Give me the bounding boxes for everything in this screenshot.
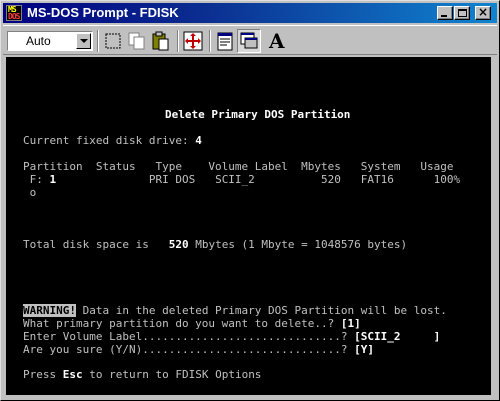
title-bar[interactable]: MS DOS MS-DOS Prompt - FDISK × — [3, 3, 497, 23]
font-size-value: Auto — [26, 34, 51, 48]
esc-key: Esc — [62, 368, 83, 381]
toolbar-separator — [177, 30, 179, 52]
minimize-button[interactable] — [437, 6, 453, 20]
chevron-down-icon[interactable] — [76, 33, 91, 49]
screen-heading: Delete Primary DOS Partition — [165, 108, 351, 121]
footer-text-rest: to return to FDISK Options — [82, 368, 262, 381]
mark-button[interactable] — [101, 29, 125, 53]
row-drive: F: — [23, 173, 50, 186]
mark-icon — [105, 33, 121, 49]
volume-label-prompt: Enter Volume Label......................… — [23, 331, 440, 343]
confirm-input[interactable]: [Y] — [354, 343, 374, 356]
background-icon — [240, 32, 258, 49]
icon-text-bottom: DOS — [8, 12, 20, 21]
minimize-icon — [441, 15, 447, 17]
maximize-icon — [458, 9, 467, 17]
close-button[interactable]: × — [475, 5, 491, 20]
properties-button[interactable] — [213, 29, 237, 53]
paste-button[interactable] — [149, 29, 173, 53]
properties-icon — [217, 32, 233, 51]
font-button[interactable]: A — [265, 29, 289, 53]
drive-value: 4 — [195, 134, 202, 147]
warning-label: WARNING! — [23, 304, 76, 317]
copy-icon — [128, 32, 145, 50]
fullscreen-icon — [183, 31, 203, 51]
paste-icon — [152, 31, 169, 51]
prompt-text: What primary partition do you want to de… — [23, 317, 341, 330]
ms-dos-app-icon[interactable]: MS DOS — [6, 5, 22, 21]
close-icon: × — [477, 5, 489, 19]
copy-button[interactable] — [125, 29, 149, 53]
warning-line: WARNING! Data in the deleted Primary DOS… — [23, 304, 447, 317]
warning-text: Data in the deleted Primary DOS Partitio… — [75, 304, 447, 317]
total-label: Total disk space is — [23, 238, 169, 251]
full-screen-button[interactable] — [181, 29, 205, 53]
confirm-prompt: Are you sure (Y/N)......................… — [23, 344, 374, 356]
font-icon: A — [269, 29, 285, 53]
total-detail: Mbytes (1 Mbyte = 1048576 bytes) — [188, 238, 408, 251]
row-details: PRI DOS SCII_2 520 FAT16 100% — [56, 173, 461, 186]
terminal-screen[interactable]: Delete Primary DOS Partition Current fix… — [6, 57, 491, 395]
font-size-select[interactable]: Auto — [7, 31, 93, 51]
total-disk-space: Total disk space is 520 Mbytes (1 Mbyte … — [23, 239, 407, 251]
dos-prompt-window: MS DOS MS-DOS Prompt - FDISK × Auto A De… — [0, 0, 500, 401]
toolbar-separator — [97, 30, 99, 52]
drive-label: Current fixed disk drive: — [23, 134, 196, 147]
partition-row-wrap: o — [23, 186, 37, 199]
prompt-text: Enter Volume Label......................… — [23, 330, 355, 343]
prompt-text: Are you sure (Y/N)......................… — [23, 343, 355, 356]
toolbar: Auto A — [3, 25, 497, 55]
toolbar-separator — [209, 30, 211, 52]
background-button[interactable] — [237, 29, 261, 53]
delete-partition-prompt: What primary partition do you want to de… — [23, 318, 361, 330]
partition-row: F: 1 PRI DOS SCII_2 520 FAT16 100% — [23, 173, 461, 186]
footer-hint: Press Esc to return to FDISK Options — [23, 369, 261, 381]
total-value: 520 — [168, 238, 189, 251]
maximize-button[interactable] — [454, 6, 470, 20]
window-frame-right — [491, 57, 497, 395]
footer-text: Press — [23, 368, 63, 381]
partition-table-header: Partition Status Type Volume Label Mbyte… — [23, 160, 454, 173]
partition-input[interactable]: [1] — [341, 317, 361, 330]
volume-label-input[interactable]: [SCII_2 ] — [354, 330, 440, 343]
window-title: MS-DOS Prompt - FDISK — [27, 5, 179, 20]
current-drive-line: Current fixed disk drive: 4 — [23, 135, 202, 147]
